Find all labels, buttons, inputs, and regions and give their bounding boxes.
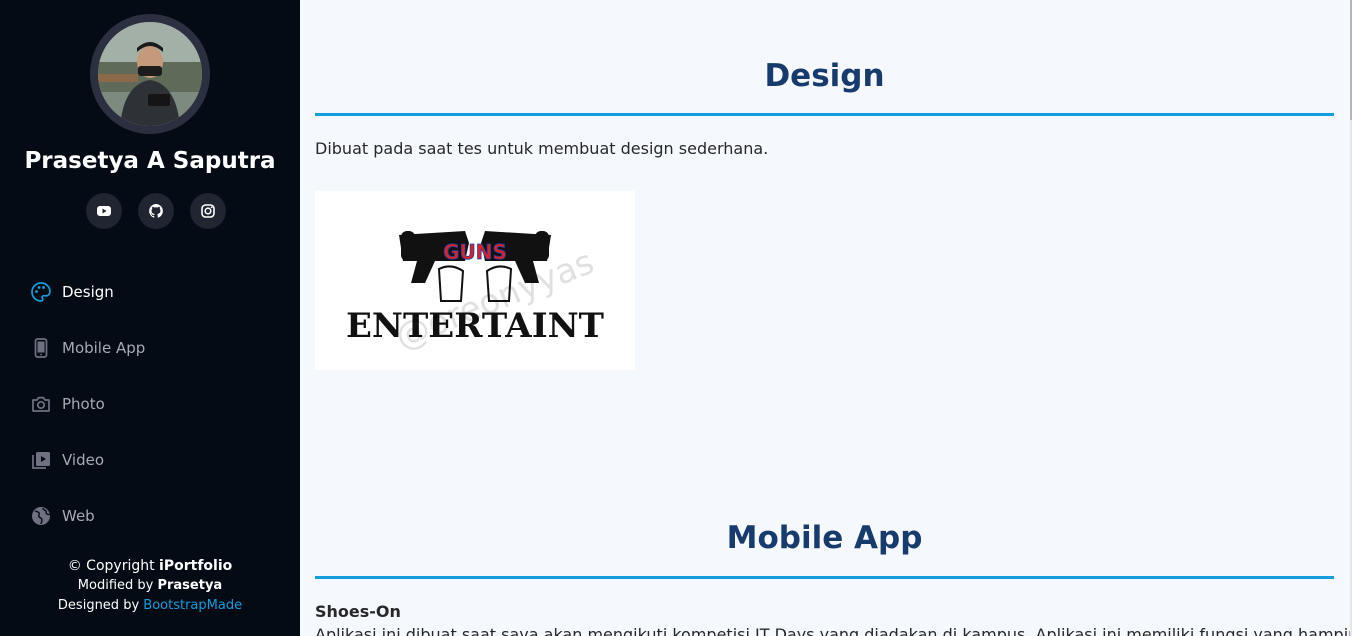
nav-item-photo[interactable]: Photo bbox=[30, 376, 145, 432]
nav-label-video: Video bbox=[62, 451, 105, 469]
guns-entertaint-logo: GUNS ENTERTAINT @oreonyyas bbox=[315, 191, 635, 370]
nav-item-video[interactable]: Video bbox=[30, 432, 145, 488]
modified-prefix: Modified by bbox=[77, 578, 158, 593]
github-link[interactable] bbox=[138, 193, 174, 229]
instagram-link[interactable] bbox=[190, 193, 226, 229]
nav-label-mobile-app: Mobile App bbox=[62, 339, 146, 357]
copyright-prefix: © Copyright bbox=[67, 558, 160, 574]
copyright-brand: iPortfolio bbox=[159, 558, 233, 574]
design-portfolio-image[interactable]: GUNS ENTERTAINT @oreonyyas bbox=[315, 191, 635, 370]
camera-icon bbox=[30, 393, 52, 415]
mobile-app-section-title: Mobile App bbox=[726, 520, 923, 556]
youtube-link[interactable] bbox=[86, 193, 122, 229]
nav-label-design: Design bbox=[62, 283, 114, 301]
github-icon bbox=[149, 204, 163, 218]
nav-label-photo: Photo bbox=[62, 395, 105, 413]
social-links bbox=[86, 193, 226, 229]
avatar bbox=[90, 14, 210, 134]
designed-prefix: Designed by bbox=[57, 598, 144, 613]
logo-guns-text: GUNS bbox=[443, 240, 507, 264]
globe-icon bbox=[30, 505, 52, 527]
copyright-line: © Copyright iPortfolio bbox=[0, 556, 300, 576]
mobile-app-title-rule bbox=[315, 576, 1334, 579]
palette-icon bbox=[30, 281, 52, 303]
sidebar: Prasetya A Saputra Design Mobile App Pho… bbox=[0, 0, 300, 636]
mobile-app-project-title: Shoes-On bbox=[315, 602, 401, 621]
designed-line: Designed by BootstrapMade bbox=[0, 596, 300, 616]
profile-name: Prasetya A Saputra bbox=[24, 148, 276, 174]
avatar-photo bbox=[98, 22, 202, 126]
bootstrapmade-link[interactable]: BootstrapMade bbox=[143, 598, 242, 613]
nav-item-design[interactable]: Design bbox=[30, 264, 145, 320]
design-title-rule bbox=[315, 113, 1334, 116]
design-description: Dibuat pada saat tes untuk membuat desig… bbox=[315, 139, 769, 158]
design-section-title: Design bbox=[764, 58, 885, 94]
instagram-icon bbox=[201, 204, 215, 218]
mobile-app-description: Aplikasi ini dibuat saat saya akan mengi… bbox=[315, 625, 1352, 636]
modified-name: Prasetya bbox=[157, 578, 223, 593]
modified-line: Modified by Prasetya bbox=[0, 576, 300, 596]
nav-item-web[interactable]: Web bbox=[30, 488, 145, 544]
nav-item-mobile-app[interactable]: Mobile App bbox=[30, 320, 145, 376]
youtube-icon bbox=[97, 206, 111, 216]
phone-icon bbox=[30, 337, 52, 359]
side-nav: Design Mobile App Photo Video Web bbox=[30, 264, 145, 544]
sidebar-footer: © Copyright iPortfolio Modified by Prase… bbox=[0, 556, 300, 616]
video-icon bbox=[30, 449, 52, 471]
main-content: Design Dibuat pada saat tes untuk membua… bbox=[300, 0, 1352, 636]
nav-label-web: Web bbox=[62, 507, 95, 525]
